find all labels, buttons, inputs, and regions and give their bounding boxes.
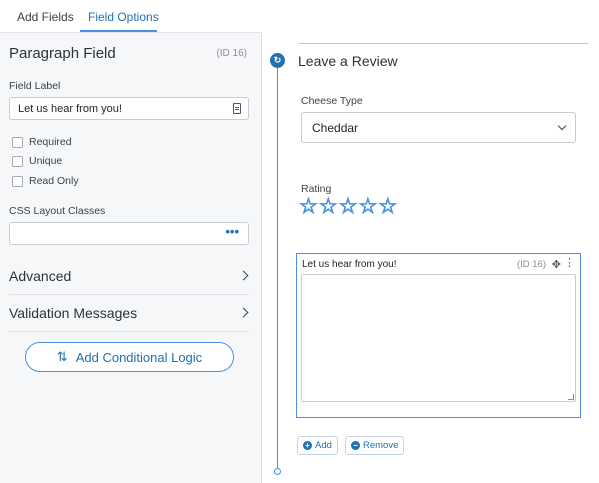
sidebar-tabs: Add Fields Field Options (0, 0, 262, 33)
move-icon[interactable]: ✥ (552, 258, 561, 271)
advanced-section-toggle[interactable]: Advanced (9, 259, 249, 295)
read-only-checkbox[interactable] (12, 175, 23, 187)
rating-label: Rating (301, 183, 332, 195)
chevron-right-icon (238, 307, 249, 318)
add-button-label: Add (315, 440, 332, 451)
add-conditional-logic-label: Add Conditional Logic (75, 349, 203, 365)
add-conditional-logic-button[interactable]: ⇅ Add Conditional Logic (25, 342, 234, 372)
tab-field-options[interactable]: Field Options (88, 10, 159, 24)
read-only-label: Read Only (29, 175, 79, 187)
unique-checkbox[interactable] (12, 155, 23, 167)
cheese-type-label: Cheese Type (301, 95, 363, 107)
field-label-input[interactable]: Let us hear from you! (9, 97, 249, 120)
paragraph-textarea[interactable] (301, 274, 576, 402)
unique-option[interactable]: Unique (12, 155, 62, 167)
resize-handle-icon[interactable] (568, 394, 574, 400)
conditional-logic-icon: ⇅ (56, 349, 68, 364)
cheese-type-select[interactable]: Cheddar (301, 112, 576, 143)
css-classes-input[interactable]: ••• (9, 222, 249, 245)
chevron-down-icon (557, 121, 567, 131)
field-id-badge: (ID 16) (216, 48, 247, 59)
form-top-divider (298, 43, 588, 44)
paragraph-field-id: (ID 16) (516, 259, 546, 270)
validation-messages-section-toggle[interactable]: Validation Messages (9, 296, 249, 332)
css-classes-caption: CSS Layout Classes (9, 205, 106, 217)
advanced-section-label: Advanced (9, 268, 72, 284)
star-icon[interactable]: ☆ (318, 195, 338, 218)
timeline-line (277, 60, 278, 472)
timeline-end-node (274, 468, 281, 475)
field-label-input-value: Let us hear from you! (18, 103, 122, 115)
plus-icon: + (303, 441, 312, 450)
required-checkbox[interactable] (12, 136, 23, 148)
field-options-sidebar: Add Fields Field Options Paragraph Field… (0, 0, 262, 483)
star-icon[interactable]: ☆ (358, 195, 378, 218)
tab-add-fields[interactable]: Add Fields (17, 10, 74, 24)
remove-button-label: Remove (363, 440, 399, 451)
remove-button[interactable]: − Remove (345, 436, 405, 455)
paragraph-field-preview[interactable]: Let us hear from you! (ID 16) ✥ ⋮ (296, 253, 581, 418)
rating-stars: ☆ ☆ ☆ ☆ ☆ (299, 195, 398, 218)
star-icon[interactable]: ☆ (338, 195, 358, 218)
unique-label: Unique (29, 155, 63, 167)
read-only-option[interactable]: Read Only (12, 175, 79, 187)
paragraph-field-label: Let us hear from you! (302, 259, 397, 270)
add-button[interactable]: + Add (297, 436, 338, 455)
star-icon[interactable]: ☆ (378, 195, 398, 218)
field-label-caption: Field Label (9, 80, 61, 92)
more-options-icon[interactable]: ⋮ (564, 258, 575, 269)
active-tab-indicator (80, 30, 157, 32)
minus-icon: − (351, 441, 360, 450)
validation-messages-section-label: Validation Messages (9, 305, 138, 321)
field-shortcode-icon[interactable] (233, 103, 241, 114)
star-icon[interactable]: ☆ (299, 195, 319, 218)
required-option[interactable]: Required (12, 136, 72, 148)
form-title: Leave a Review (298, 53, 398, 69)
required-label: Required (29, 136, 72, 148)
timeline-node-icon[interactable]: ↻ (270, 53, 285, 68)
css-classes-more-icon[interactable]: ••• (225, 225, 239, 238)
cheese-type-value: Cheddar (312, 121, 359, 135)
chevron-right-icon (238, 270, 249, 281)
field-type-title: Paragraph Field (9, 45, 116, 62)
